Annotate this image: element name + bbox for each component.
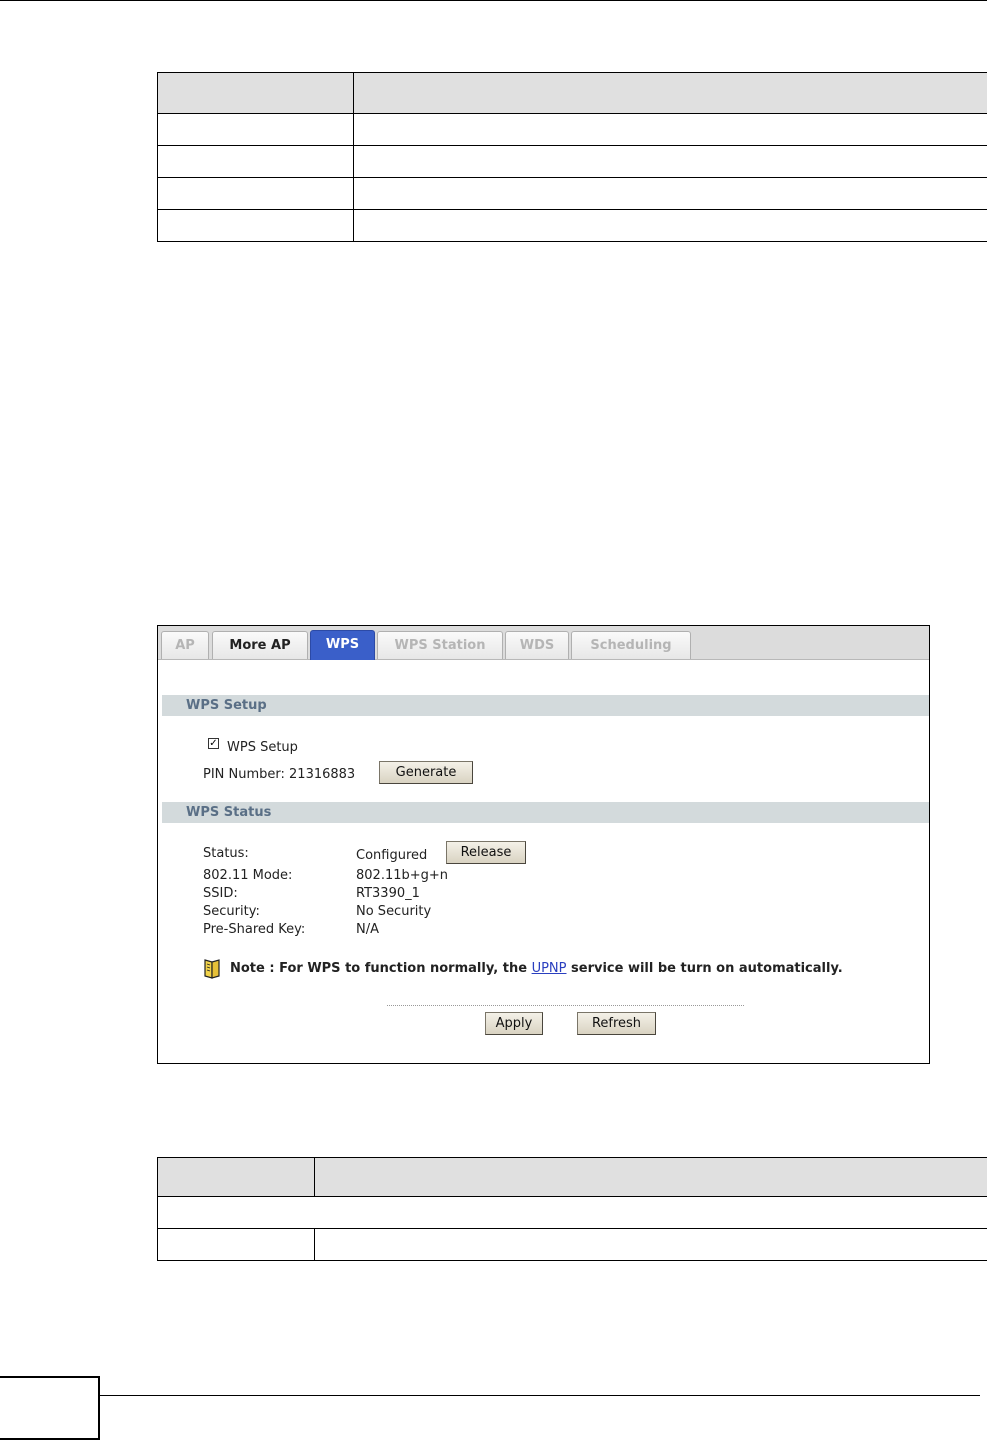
tab-bar: AP More AP WPS WPS Station WDS Schedulin… [158,626,929,660]
security-label: Security: [203,904,260,919]
table-cell [353,113,987,146]
release-button[interactable]: Release [446,841,526,864]
note-prefix: Note : For WPS to function normally, the [230,961,532,976]
ssid-value: RT3390_1 [356,886,420,901]
tab-ap[interactable]: AP [161,631,209,659]
table-cell [157,209,354,242]
note-suffix: service will be turn on automatically. [566,961,843,976]
security-value: No Security [356,904,432,919]
table-header-cell [157,72,354,114]
tab-wps-station[interactable]: WPS Station [377,631,503,659]
status-value: Configured [356,848,428,863]
table-row [157,209,987,242]
table-row [157,1228,987,1261]
wps-setup-header: WPS Setup [162,695,929,716]
table-row [157,145,987,178]
ssid-label: SSID: [203,886,238,901]
pin-number-label: PIN Number: 21316883 [203,767,356,782]
wps-status-header: WPS Status [162,802,929,823]
upnp-link[interactable]: UPNP [532,961,567,976]
tab-wps[interactable]: WPS [310,630,375,660]
wps-note: Note : For WPS to function normally, the… [230,961,843,976]
tab-more-ap[interactable]: More AP [212,631,308,659]
table-row [157,177,987,210]
table-cell [157,1196,987,1229]
table-header-cell [353,72,987,114]
table-header-row [157,72,987,114]
table-cell [157,113,354,146]
tab-scheduling[interactable]: Scheduling [571,631,691,659]
note-icon [204,959,220,979]
page-number-box [0,1376,100,1440]
wps-setup-checkbox[interactable]: ✓ [208,738,219,749]
table-row [157,113,987,146]
top-table [157,72,987,242]
table-cell [157,1228,315,1261]
wps-setup-checkbox-label: WPS Setup [227,740,298,755]
mode-label: 802.11 Mode: [203,868,293,883]
table-cell [353,209,987,242]
table-row [157,1196,987,1229]
apply-button[interactable]: Apply [485,1012,543,1035]
psk-value: N/A [356,922,379,937]
psk-label: Pre-Shared Key: [203,922,306,937]
table-cell [157,145,354,178]
table-cell [157,177,354,210]
refresh-button[interactable]: Refresh [577,1012,656,1035]
bottom-table [157,1157,987,1261]
table-cell [353,145,987,178]
tab-wds[interactable]: WDS [505,631,569,659]
header-rule [0,0,987,1]
table-header-row [157,1157,987,1197]
mode-value: 802.11b+g+n [356,868,449,883]
table-cell [314,1228,987,1261]
table-header-cell [157,1157,315,1197]
table-header-cell [314,1157,987,1197]
wps-screenshot: AP More AP WPS WPS Station WDS Schedulin… [157,625,930,1064]
divider [387,1005,744,1006]
generate-button[interactable]: Generate [379,761,473,784]
table-cell [353,177,987,210]
footer-rule [100,1395,980,1396]
status-label: Status: [203,846,249,861]
